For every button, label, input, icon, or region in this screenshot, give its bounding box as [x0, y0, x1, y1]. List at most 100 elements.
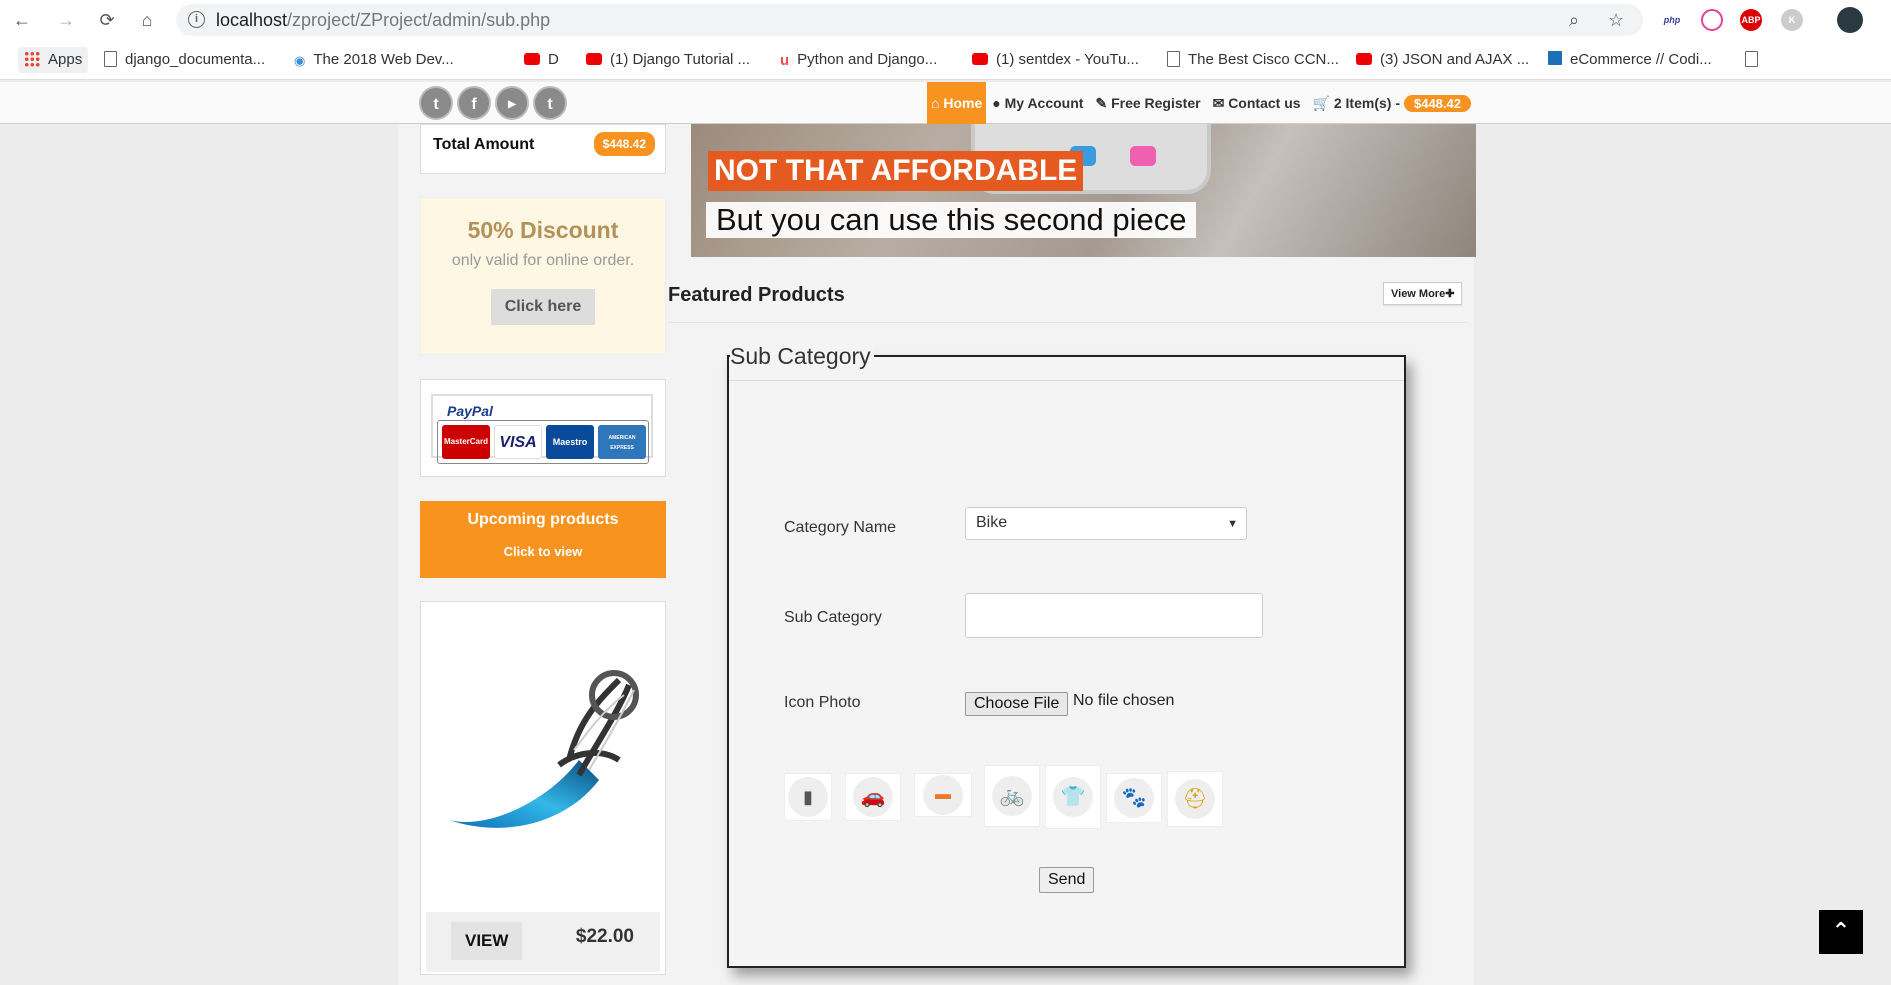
php-extension-icon[interactable]: php	[1661, 9, 1683, 31]
total-amount-panel: Total Amount $448.42	[420, 124, 666, 174]
sub-category-label: Sub Category	[784, 609, 882, 626]
top-navigation: ⌂ Home ● My Account ✎ Free Register ✉ Co…	[927, 82, 1477, 124]
bookmark-django-docs[interactable]: django_documenta...	[104, 49, 265, 71]
upcoming-link[interactable]: Click to view	[420, 544, 666, 559]
discount-panel: 50% Discount only valid for online order…	[420, 197, 666, 355]
tumblr-icon[interactable]: t	[533, 86, 567, 120]
facebook-icon[interactable]: f	[457, 86, 491, 120]
back-icon[interactable]: ←	[10, 8, 34, 32]
address-bar[interactable]: i localhost/zproject/ZProject/admin/sub.…	[176, 4, 1643, 36]
category-select[interactable]: Bike ▼	[965, 507, 1247, 540]
youtube-icon	[1356, 53, 1372, 65]
payment-methods-panel: PayPal MasterCard VISA Maestro AMERICAN …	[420, 379, 666, 477]
icon-photo-label: Icon Photo	[784, 694, 861, 711]
edit-icon: ✎	[1095, 95, 1112, 111]
view-more-button[interactable]: View More✚	[1383, 282, 1463, 305]
plus-icon: ✚	[1445, 288, 1455, 300]
choose-file-button[interactable]: Choose File	[965, 692, 1069, 716]
forward-icon[interactable]: →	[54, 8, 78, 32]
bookmark-web-dev[interactable]: ◉ The 2018 Web Dev...	[294, 49, 454, 71]
car-icon[interactable]: 🚗	[845, 773, 901, 821]
info-icon[interactable]: i	[188, 11, 205, 28]
monitor-icon[interactable]: ▬	[914, 773, 972, 817]
sub-category-input[interactable]	[965, 593, 1263, 638]
url-text[interactable]: localhost/zproject/ZProject/admin/sub.ph…	[216, 10, 550, 31]
featured-products-heading: Featured Products	[668, 284, 845, 306]
youtube-icon	[972, 53, 988, 65]
send-button[interactable]: Send	[1039, 867, 1095, 893]
upcoming-products-panel[interactable]: Upcoming products Click to view	[420, 501, 666, 578]
banner-title: NOT THAT AFFORDABLE	[708, 151, 1084, 191]
nav-contact-us[interactable]: ✉ Contact us	[1207, 82, 1307, 124]
document-icon	[1167, 51, 1180, 67]
scroll-to-top-button[interactable]: ⌃	[1819, 910, 1863, 954]
codi-icon	[1548, 51, 1562, 65]
amex-logo: AMERICAN EXPRESS	[598, 425, 646, 459]
document-icon	[104, 51, 117, 67]
product-image[interactable]	[429, 610, 657, 916]
bicycle-icon[interactable]: 🚲	[984, 765, 1040, 827]
total-amount-badge: $448.42	[593, 132, 655, 156]
maestro-logo: Maestro	[546, 425, 594, 459]
visa-logo: VISA	[494, 425, 542, 459]
form-legend: Sub Category	[730, 343, 874, 370]
discount-click-button[interactable]: Click here	[490, 289, 596, 325]
bookmark-apps[interactable]: Apps	[18, 47, 89, 73]
profile-avatar[interactable]	[1837, 7, 1863, 33]
eye-icon: ◉	[294, 53, 306, 68]
star-icon[interactable]: ☆	[1608, 10, 1624, 31]
product-price: $22.00	[575, 926, 634, 947]
bookmark-json-ajax[interactable]: (3) JSON and AJAX ...	[1356, 49, 1529, 71]
youtube-icon	[586, 53, 602, 65]
chevron-down-icon: ▼	[1227, 518, 1238, 530]
category-name-label: Category Name	[784, 519, 897, 536]
nav-cart[interactable]: 🛒 2 Item(s) - $448.42	[1307, 82, 1477, 124]
mobile-icon[interactable]: ▮	[784, 773, 832, 821]
banner-subtitle: But you can use this second piece	[706, 202, 1197, 238]
discount-title: 50% Discount	[467, 217, 619, 243]
file-status-text: No file chosen	[1073, 692, 1175, 709]
cart-icon: 🛒	[1312, 95, 1334, 111]
bookmark-sentdex[interactable]: (1) sentdex - YouTu...	[972, 49, 1139, 71]
shirt-icon[interactable]: 👕	[1045, 765, 1101, 829]
site-header: t f ▶ t ⌂ Home ● My Account ✎ Free Regis…	[0, 82, 1891, 124]
nav-home[interactable]: ⌂ Home	[927, 82, 987, 124]
twitter-icon[interactable]: t	[419, 86, 453, 120]
bookmark-ecommerce[interactable]: eCommerce // Codi...	[1548, 49, 1712, 71]
upcoming-title: Upcoming products	[467, 511, 619, 528]
reload-icon[interactable]: ⟳	[95, 8, 119, 32]
user-icon: ●	[992, 95, 1005, 111]
youtube-icon[interactable]: ▶	[495, 86, 529, 120]
k-extension-icon[interactable]: K	[1781, 9, 1803, 31]
music-app-icon	[1130, 146, 1156, 166]
bookmark-django-tutorial[interactable]: (1) Django Tutorial ...	[586, 49, 750, 71]
product-card: VIEW $22.00	[420, 601, 666, 975]
card-logos: MasterCard VISA Maestro AMERICAN EXPRESS	[437, 420, 649, 464]
nav-free-register[interactable]: ✎ Free Register	[1089, 82, 1206, 124]
bookmarks-bar: Apps django_documenta... ◉ The 2018 Web D…	[0, 40, 1891, 80]
envelope-icon: ✉	[1212, 95, 1229, 111]
bookmark-python-django[interactable]: u Python and Django...	[780, 49, 937, 71]
instagram-extension-icon[interactable]	[1701, 9, 1723, 31]
chevron-up-icon: ⌃	[1831, 919, 1851, 944]
product-view-button[interactable]: VIEW	[451, 922, 523, 960]
bookmark-blank[interactable]	[1745, 49, 1766, 71]
helmet-icon[interactable]: ⛑	[1167, 771, 1223, 827]
category-selected-value: Bike	[976, 514, 1008, 531]
discount-subtitle: only valid for online order.	[451, 252, 635, 269]
featured-divider	[668, 322, 1468, 323]
adblock-extension-icon[interactable]: ABP	[1740, 9, 1762, 31]
youtube-icon	[524, 53, 540, 65]
udemy-icon: u	[780, 52, 790, 69]
mastercard-logo: MasterCard	[442, 425, 490, 459]
bookmark-cisco[interactable]: The Best Cisco CCN...	[1167, 49, 1339, 71]
nav-my-account[interactable]: ● My Account	[986, 82, 1089, 124]
zoom-icon[interactable]: ⌕	[1569, 10, 1579, 31]
home-icon[interactable]: ⌂	[135, 8, 159, 32]
product-footer: VIEW $22.00	[426, 912, 660, 972]
paw-icon[interactable]: 🐾	[1106, 773, 1162, 823]
hero-banner[interactable]: NOT THAT AFFORDABLE But you can use this…	[691, 124, 1476, 257]
payment-logos: PayPal MasterCard VISA Maestro AMERICAN …	[431, 394, 653, 464]
bookmark-d[interactable]: D	[524, 49, 559, 71]
cart-total-badge: $448.42	[1403, 95, 1471, 112]
